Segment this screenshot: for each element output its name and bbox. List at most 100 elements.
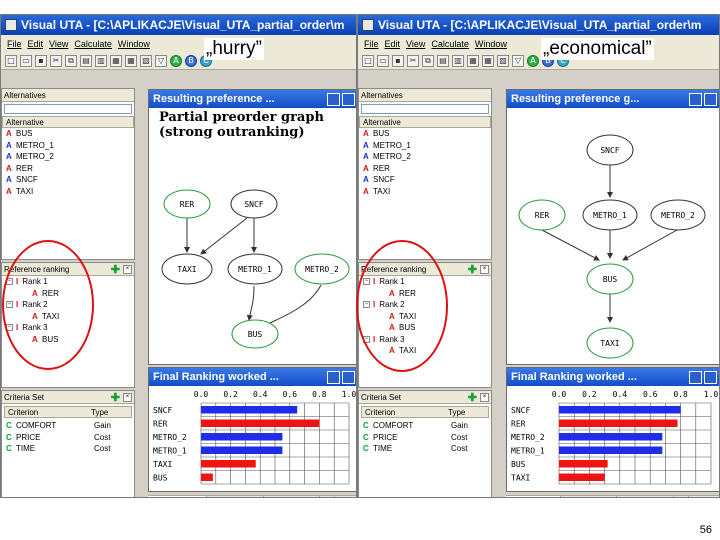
close-icon[interactable]: × xyxy=(480,264,489,274)
menu-calculate[interactable]: Calculate xyxy=(74,39,112,49)
type-column-header[interactable]: Type xyxy=(91,408,131,417)
open-folder-icon[interactable]: ▭ xyxy=(20,54,32,67)
add-criterion-icon[interactable]: ✚ xyxy=(111,391,120,404)
close-icon[interactable]: × xyxy=(123,264,132,274)
menu-file[interactable]: File xyxy=(364,39,379,49)
list-item[interactable]: A SNCF xyxy=(2,174,134,186)
copy-icon[interactable]: ⧉ xyxy=(422,54,434,67)
minimize-icon[interactable] xyxy=(327,92,340,106)
window-tab[interactable]: Resulting pre... xyxy=(148,496,208,497)
maximize-icon[interactable] xyxy=(342,92,355,106)
menu-view[interactable]: View xyxy=(406,39,425,49)
table-icon[interactable]: ▦ xyxy=(482,54,494,67)
window-tab[interactable]: Fi xyxy=(320,496,336,497)
table-row[interactable]: C TIME Cost xyxy=(2,443,134,455)
chart-icon[interactable]: ▧ xyxy=(140,54,152,67)
window-titlebar[interactable]: Visual UTA - [C:\APLIKACJE\Visual_UTA_pa… xyxy=(358,15,719,35)
menu-edit[interactable]: Edit xyxy=(28,39,44,49)
open-folder-icon[interactable]: ▭ xyxy=(377,54,389,67)
table-row[interactable]: C PRICE Cost xyxy=(2,432,134,444)
menu-window[interactable]: Window xyxy=(475,39,507,49)
maximize-icon[interactable] xyxy=(704,370,717,384)
table-row[interactable]: C COMFORT Gain xyxy=(2,420,134,432)
list-item[interactable]: A METRO_2 xyxy=(359,151,491,163)
add-rank-icon[interactable]: ✚ xyxy=(468,263,477,276)
node-taxi[interactable]: TAXI xyxy=(161,253,213,285)
list-item[interactable]: A SNCF xyxy=(359,174,491,186)
node-taxi[interactable]: TAXI xyxy=(586,327,634,359)
final-ranking-titlebar[interactable]: Final Ranking worked ... xyxy=(507,368,719,386)
chart-icon[interactable]: ▧ xyxy=(497,54,509,67)
minimize-icon[interactable] xyxy=(689,370,702,384)
grid-icon[interactable]: ▦ xyxy=(467,54,479,67)
list-item[interactable]: A METRO_1 xyxy=(2,140,134,152)
menu-view[interactable]: View xyxy=(49,39,68,49)
paste-icon[interactable]: ▤ xyxy=(437,54,449,67)
minimize-icon[interactable] xyxy=(327,370,340,384)
close-icon[interactable]: × xyxy=(480,392,489,402)
table-icon[interactable]: ▦ xyxy=(125,54,137,67)
final-ranking-titlebar[interactable]: Final Ranking worked ... xyxy=(149,368,356,386)
menu-window[interactable]: Window xyxy=(118,39,150,49)
alternative-column-header[interactable]: Alternative xyxy=(359,116,491,128)
maximize-icon[interactable] xyxy=(704,92,717,106)
new-file-icon[interactable]: □ xyxy=(5,54,17,67)
print-icon[interactable]: ▥ xyxy=(95,54,107,67)
add-criterion-icon[interactable]: ✚ xyxy=(468,391,477,404)
node-sncf[interactable]: SNCF xyxy=(230,189,278,219)
list-item[interactable]: A RER xyxy=(359,163,491,175)
list-item[interactable]: A BUS xyxy=(359,128,491,140)
window-tab[interactable]: Alternatives ... xyxy=(264,496,321,497)
menu-calculate[interactable]: Calculate xyxy=(431,39,469,49)
type-column-header[interactable]: Type xyxy=(448,408,488,417)
alternative-column-header[interactable]: Alternative xyxy=(2,116,134,128)
node-rer[interactable]: RER xyxy=(163,189,211,219)
criterion-column-header[interactable]: Criterion xyxy=(365,408,448,417)
table-row[interactable]: C COMFORT Gain xyxy=(359,420,491,432)
menu-file[interactable]: File xyxy=(7,39,22,49)
minimize-icon[interactable] xyxy=(689,92,702,106)
copy-icon[interactable]: ⧉ xyxy=(65,54,77,67)
new-file-icon[interactable]: □ xyxy=(362,54,374,67)
filter-icon[interactable]: ▽ xyxy=(512,54,524,67)
cut-icon[interactable]: ✂ xyxy=(50,54,62,67)
criterion-column-header[interactable]: Criterion xyxy=(8,408,91,417)
save-icon[interactable]: ▪ xyxy=(392,54,404,67)
preference-graph-titlebar[interactable]: Resulting preference ... xyxy=(149,90,356,108)
table-row[interactable]: C TIME Cost xyxy=(359,443,491,455)
node-bus[interactable]: BUS xyxy=(231,319,279,349)
node-bus[interactable]: BUS xyxy=(586,263,634,295)
node-metro-2[interactable]: METRO_2 xyxy=(294,253,350,285)
grid-icon[interactable]: ▦ xyxy=(110,54,122,67)
list-item[interactable]: A METRO_2 xyxy=(2,151,134,163)
menu-edit[interactable]: Edit xyxy=(385,39,401,49)
window-titlebar[interactable]: Visual UTA - [C:\APLIKACJE\Visual_UTA_pa… xyxy=(1,15,356,35)
window-tab[interactable]: Alternatives ... xyxy=(617,496,674,497)
alternatives-filter-input[interactable] xyxy=(361,104,489,114)
alternatives-filter-input[interactable] xyxy=(4,104,132,114)
window-tab[interactable]: Resulting pr... xyxy=(506,496,561,497)
print-icon[interactable]: ▥ xyxy=(452,54,464,67)
window-tab[interactable]: Evaluations ... xyxy=(561,496,617,497)
node-sncf[interactable]: SNCF xyxy=(586,134,634,166)
cut-icon[interactable]: ✂ xyxy=(407,54,419,67)
node-rer[interactable]: RER xyxy=(518,199,566,231)
filter-icon[interactable]: ▽ xyxy=(155,54,167,67)
alternative-b-icon[interactable]: B xyxy=(185,54,197,67)
add-rank-icon[interactable]: ✚ xyxy=(111,263,120,276)
list-item[interactable]: A RER xyxy=(2,163,134,175)
node-metro-1[interactable]: METRO_1 xyxy=(582,199,638,231)
window-tab[interactable]: Evaluations ... xyxy=(207,496,264,497)
node-metro-1[interactable]: METRO_1 xyxy=(227,253,283,285)
close-icon[interactable]: × xyxy=(123,392,132,402)
alternative-a-icon[interactable]: A xyxy=(170,54,182,67)
list-item[interactable]: A METRO_1 xyxy=(359,140,491,152)
list-item[interactable]: A TAXI xyxy=(359,186,491,198)
save-icon[interactable]: ▪ xyxy=(35,54,47,67)
table-row[interactable]: C PRICE Cost xyxy=(359,432,491,444)
node-metro-2[interactable]: METRO_2 xyxy=(650,199,706,231)
list-item[interactable]: A TAXI xyxy=(2,186,134,198)
list-item[interactable]: A BUS xyxy=(2,128,134,140)
alternative-a-icon[interactable]: A xyxy=(527,54,539,67)
preference-graph-titlebar[interactable]: Resulting preference g... xyxy=(507,90,719,108)
